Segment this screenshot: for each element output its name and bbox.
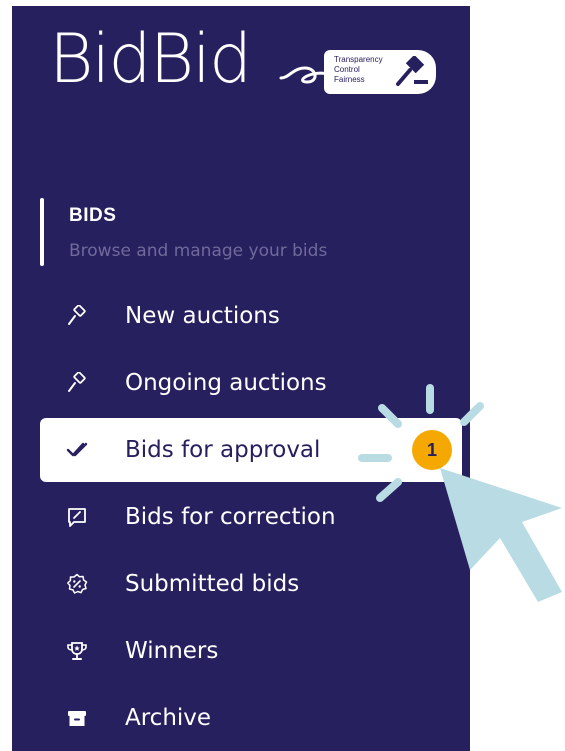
gavel-icon [66,372,88,394]
sidebar: BidBid Transparency Control Fairness BID… [12,6,470,751]
percent-badge-icon [66,573,88,595]
menu-item-bids-for-approval[interactable]: Bids for approval 1 [40,418,462,482]
trophy-icon [66,640,88,662]
menu-item-new-auctions[interactable]: New auctions [40,284,462,348]
menu-item-archive[interactable]: Archive [40,686,462,750]
bids-section-header: BIDS Browse and manage your bids [40,195,440,267]
tagline-line: Transparency [334,55,383,64]
double-check-icon [66,439,88,461]
brand-logo[interactable]: BidBid Transparency Control Fairness [49,20,441,110]
notification-badge: 1 [412,430,452,470]
page: BidBid Transparency Control Fairness BID… [0,0,565,751]
menu-item-ongoing-auctions[interactable]: Ongoing auctions [40,351,462,415]
section-indicator-bar [40,198,44,266]
tagline-line: Fairness [334,75,365,84]
menu-item-label: Ongoing auctions [125,370,327,396]
menu-item-label: Bids for correction [125,504,336,530]
gavel-icon [396,56,428,86]
menu-item-winners[interactable]: Winners [40,619,462,683]
menu-item-label: Submitted bids [125,571,300,597]
archive-box-icon [66,707,88,729]
menu-item-label: New auctions [125,303,280,329]
logo-wordmark: BidBid [49,20,252,99]
menu-item-bids-for-correction[interactable]: Bids for correction [40,485,462,549]
menu-item-label: Winners [125,638,219,664]
menu-item-label: Archive [125,705,212,731]
gavel-icon [66,305,88,327]
logo-tagline-badge: Transparency Control Fairness [324,50,436,94]
section-subtitle: Browse and manage your bids [69,241,328,261]
tagline-line: Control [334,65,360,74]
edit-chat-icon [66,506,88,528]
menu-item-label: Bids for approval [125,437,321,463]
section-title: BIDS [69,205,117,226]
menu-item-submitted-bids[interactable]: Submitted bids [40,552,462,616]
